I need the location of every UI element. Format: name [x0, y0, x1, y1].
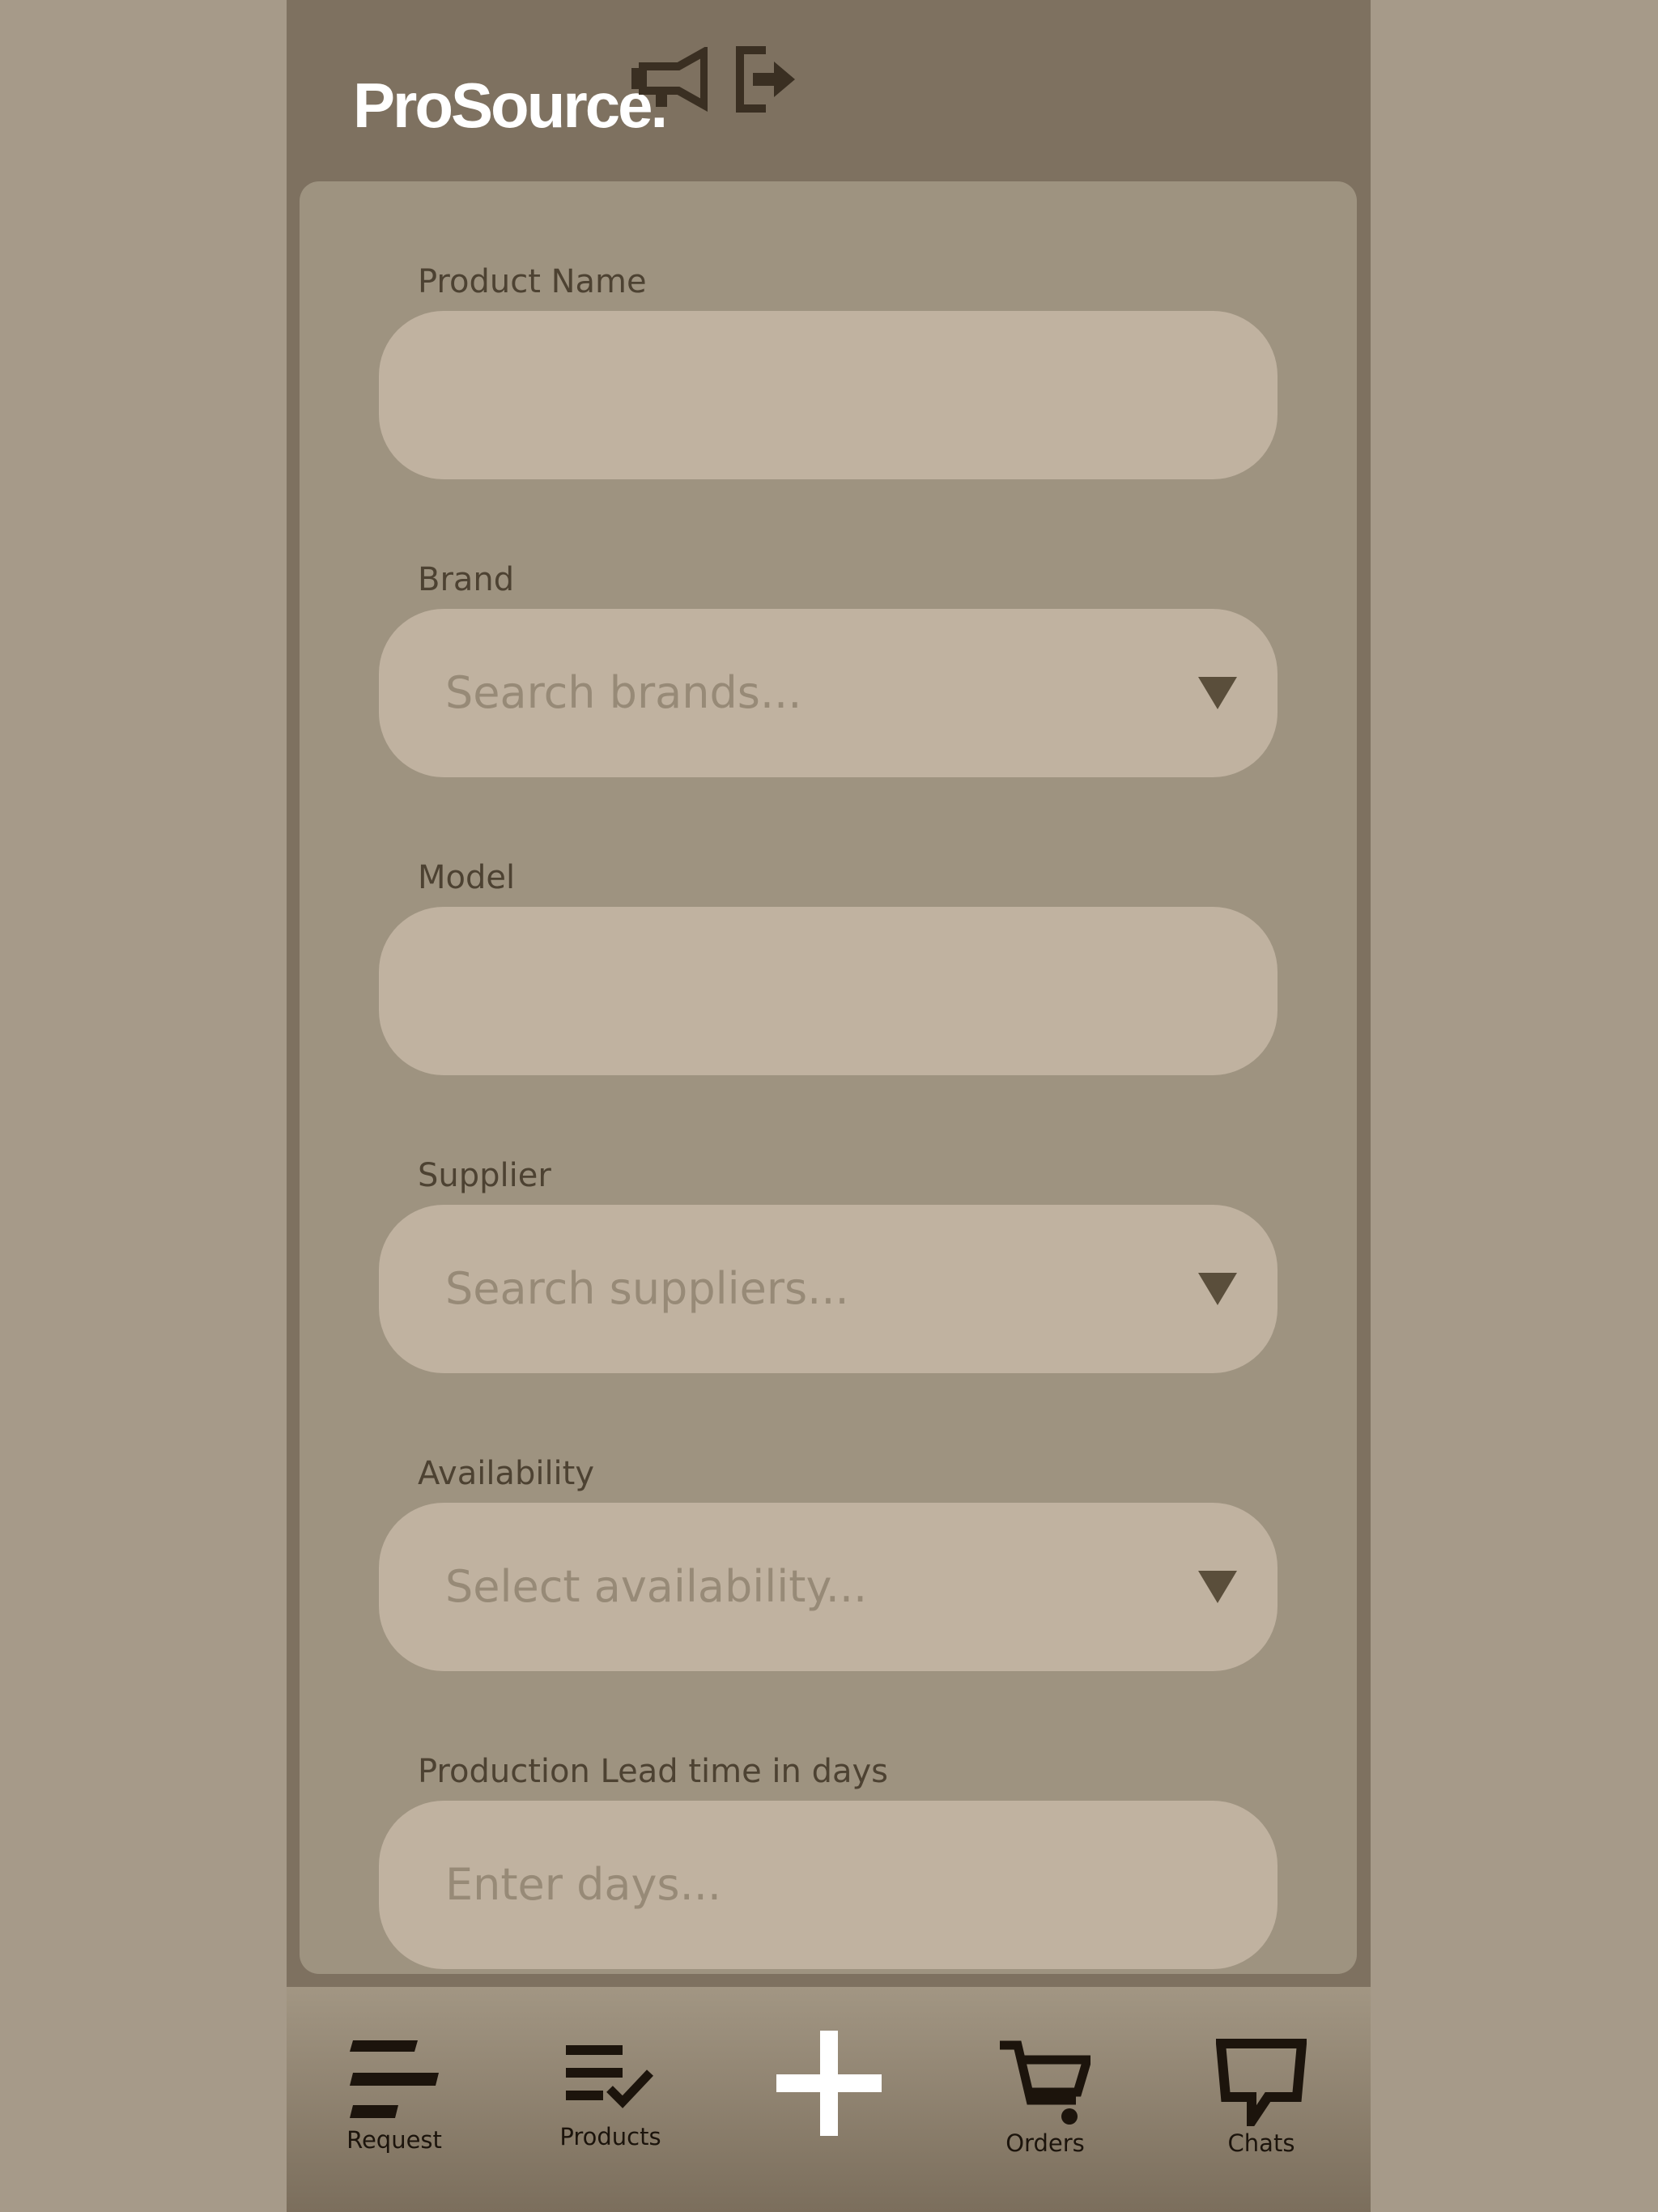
nav-orders[interactable]: Orders [956, 1987, 1134, 2212]
prosource-logo: ProSource. [353, 70, 668, 141]
logout-icon[interactable] [725, 42, 806, 117]
request-list-icon [350, 2040, 439, 2118]
product-name-label: Product Name [418, 263, 647, 300]
availability-dropdown[interactable]: Select availability... [379, 1503, 1278, 1671]
nav-chats[interactable]: Chats [1172, 1987, 1350, 2212]
products-checklist-icon [566, 2045, 653, 2108]
plus-icon [776, 2031, 882, 2136]
availability-label: Availability [418, 1455, 595, 1492]
supplier-dropdown[interactable]: Search suppliers... [379, 1205, 1278, 1373]
app-screen: ProSource. Product Name Brand Search bra… [287, 0, 1371, 2212]
chevron-down-icon[interactable] [1198, 1273, 1237, 1305]
supplier-placeholder: Search suppliers... [445, 1263, 849, 1314]
nav-orders-label: Orders [1005, 2129, 1085, 2157]
lead-time-input[interactable]: Enter days... [379, 1801, 1278, 1969]
nav-products[interactable]: Products [521, 1987, 699, 2212]
brand-dropdown[interactable]: Search brands... [379, 609, 1278, 777]
supplier-label: Supplier [418, 1157, 551, 1194]
lead-time-placeholder: Enter days... [445, 1859, 722, 1910]
megaphone-icon[interactable] [628, 42, 709, 117]
nav-request-label: Request [346, 2126, 442, 2154]
availability-placeholder: Select availability... [445, 1561, 868, 1612]
nav-products-label: Products [559, 2123, 661, 2150]
product-form: Product Name Brand Search brands... Mode… [300, 181, 1357, 1974]
brand-placeholder: Search brands... [445, 667, 802, 718]
model-label: Model [418, 859, 516, 896]
lead-time-label: Production Lead time in days [418, 1753, 889, 1790]
nav-chats-label: Chats [1227, 2129, 1295, 2157]
chevron-down-icon[interactable] [1198, 677, 1237, 709]
add-button[interactable] [740, 1987, 918, 2212]
chat-icon [1216, 2039, 1307, 2126]
chevron-down-icon[interactable] [1198, 1571, 1237, 1603]
nav-request[interactable]: Request [305, 1987, 483, 2212]
app-header: ProSource. [287, 0, 1371, 181]
bottom-nav: Request Products Orders Chats [287, 1987, 1371, 2212]
product-name-input[interactable] [379, 311, 1278, 479]
brand-label: Brand [418, 561, 515, 598]
cart-icon [1000, 2040, 1090, 2125]
model-input[interactable] [379, 907, 1278, 1075]
